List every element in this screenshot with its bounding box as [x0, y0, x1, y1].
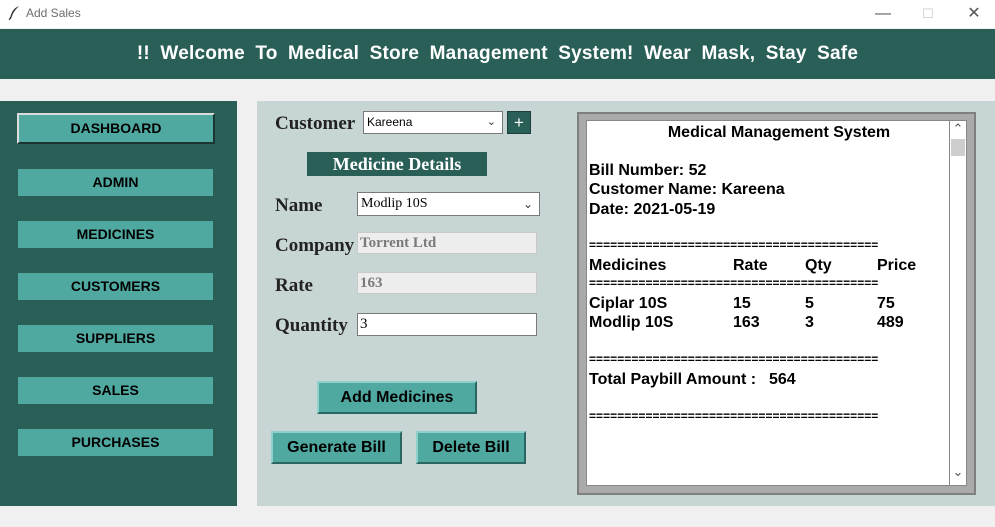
bill-row-price: 489 — [877, 314, 904, 331]
bill-number: Bill Number: 52 — [589, 162, 707, 179]
bill-header-medicines: Medicines — [589, 257, 667, 274]
welcome-banner: !! Welcome To Medical Store Management S… — [0, 29, 995, 79]
medicine-details-title: Medicine Details — [307, 152, 487, 176]
delete-bill-button[interactable]: Delete Bill — [416, 431, 526, 464]
bill-header-rate: Rate — [733, 257, 768, 274]
sidebar-item-sales[interactable]: SALES — [18, 377, 213, 404]
feather-icon — [7, 5, 21, 21]
bill-row-medicine: Modlip 10S — [589, 314, 674, 331]
bill-total-label: Total Paybill Amount : — [589, 371, 757, 388]
generate-bill-button[interactable]: Generate Bill — [271, 431, 402, 464]
chevron-down-icon: ⌄ — [522, 197, 533, 211]
customer-label: Customer — [275, 113, 356, 134]
medicine-name-select[interactable]: Modlip 10S ⌄ — [357, 192, 540, 216]
bill-row-qty: 5 — [805, 295, 814, 312]
quantity-label: Quantity — [275, 315, 348, 336]
sidebar-item-admin[interactable]: ADMIN — [18, 169, 213, 196]
bill-header-qty: Qty — [805, 257, 832, 274]
bill-customer-name: Customer Name: Kareena — [589, 181, 785, 198]
add-medicines-button[interactable]: Add Medicines — [317, 381, 477, 414]
bill-date: Date: 2021-05-19 — [589, 201, 716, 218]
bill-row-price: 75 — [877, 295, 895, 312]
customer-select[interactable]: Kareena ⌄ — [363, 111, 503, 134]
rate-label: Rate — [275, 275, 313, 296]
bill-row-rate: 163 — [733, 314, 760, 331]
bill-row-medicine: Ciplar 10S — [589, 295, 668, 312]
name-label: Name — [275, 195, 323, 216]
banner-text: !! Welcome To Medical Store Management S… — [136, 43, 859, 64]
window-title: Add Sales — [26, 6, 81, 20]
bill-row-qty: 3 — [805, 314, 814, 331]
bill-row-rate: 15 — [733, 295, 751, 312]
sidebar-item-dashboard[interactable]: DASHBOARD — [17, 113, 215, 144]
sidebar-item-purchases[interactable]: PURCHASES — [18, 429, 213, 456]
bill-separator: ========================================… — [589, 409, 879, 423]
bill-scrollbar[interactable]: ⌃ ⌄ — [950, 120, 967, 486]
sidebar-item-customers[interactable]: CUSTOMERS — [18, 273, 213, 300]
add-customer-button[interactable]: + — [507, 111, 531, 134]
customer-select-value: Kareena — [367, 115, 413, 129]
minimize-button[interactable]: — — [863, 3, 903, 25]
sidebar-item-medicines[interactable]: MEDICINES — [18, 221, 213, 248]
bill-total-value: 564 — [769, 371, 796, 388]
sidebar-item-suppliers[interactable]: SUPPLIERS — [18, 325, 213, 352]
company-label: Company — [275, 235, 355, 256]
scroll-down-icon[interactable]: ⌄ — [952, 465, 964, 479]
quantity-field[interactable]: 3 — [357, 313, 537, 336]
window-titlebar — [0, 0, 995, 28]
company-field[interactable]: Torrent Ltd — [357, 232, 537, 254]
medicine-name-value: Modlip 10S — [361, 196, 428, 211]
bill-separator: ========================================… — [589, 276, 879, 290]
bill-title: Medical Management System — [667, 124, 891, 141]
rate-field[interactable]: 163 — [357, 272, 537, 294]
bill-separator: ========================================… — [589, 238, 879, 252]
maximize-button[interactable]: ☐ — [908, 3, 948, 25]
chevron-down-icon: ⌄ — [486, 116, 496, 128]
bill-separator: ========================================… — [589, 352, 879, 366]
close-button[interactable]: ✕ — [954, 3, 994, 25]
bill-header-price: Price — [877, 257, 917, 274]
